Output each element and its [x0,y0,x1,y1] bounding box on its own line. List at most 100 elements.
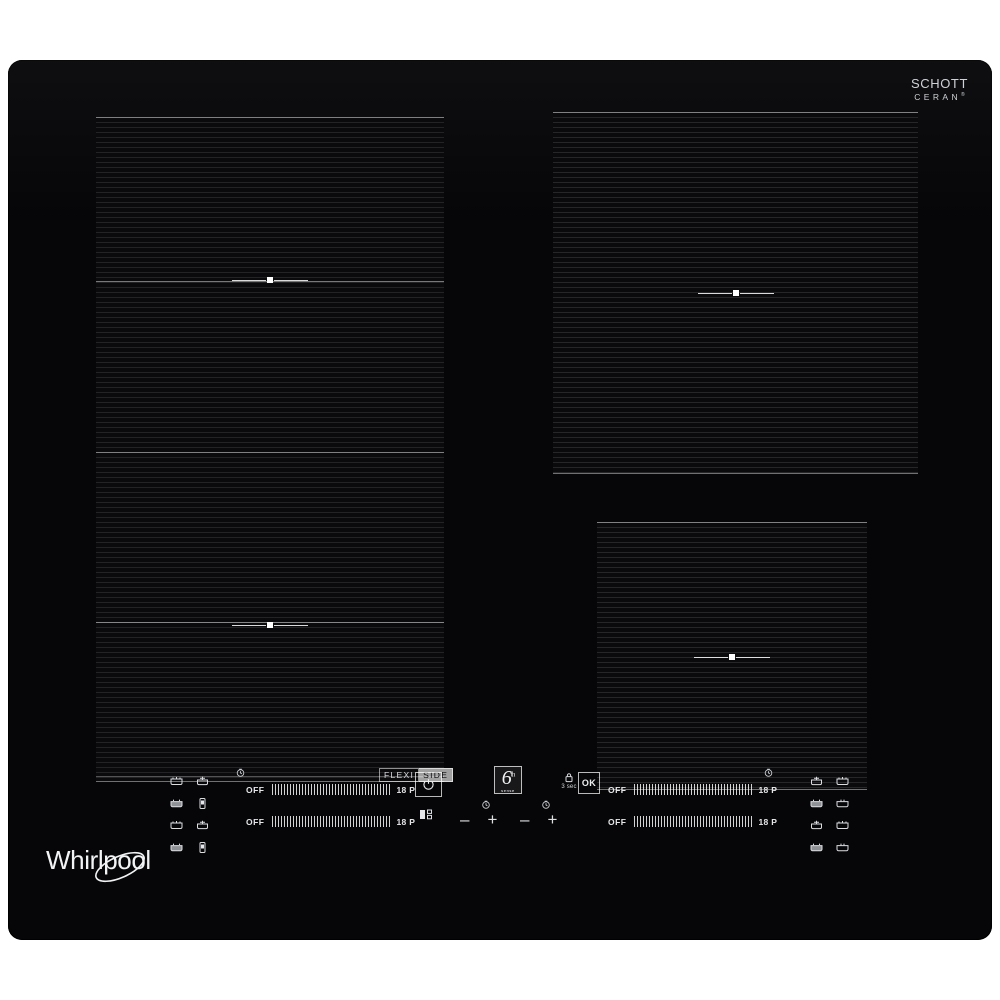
slider-left-front[interactable]: OFF 18 P [246,816,415,827]
right-function-icon-grid[interactable] [803,770,855,858]
slider-right-front[interactable]: OFF 18 P [608,816,777,827]
icon-cell-simmer-pan-r2[interactable] [803,814,829,836]
clock-icon [764,768,773,777]
slider-max-label[interactable]: 18 P [759,817,778,827]
icon-cell-keep-warm-pan-r2[interactable] [829,836,855,858]
icon-cell-keep-warm-pan-2[interactable] [163,836,189,858]
slider-off-label[interactable]: OFF [608,817,627,827]
zone-center-marker-right-front [694,654,770,660]
boil-pot-icon [199,842,205,853]
flexi-divider-upper [96,281,444,282]
icon-cell-keep-warm-pan-r[interactable] [829,792,855,814]
icon-cell-boil-pot-r[interactable] [803,792,829,814]
zone-edge-top [553,112,918,113]
marker-square [729,654,735,660]
slider-off-label[interactable]: OFF [246,817,265,827]
marker-bar-right [274,624,308,626]
slider-right-rear[interactable]: OFF 18 P [608,784,777,795]
cooking-zone-left-flexi-upper[interactable] [96,117,444,469]
icon-cell-simmer-pan-2[interactable] [189,814,215,836]
clock-icon-wrap [542,800,551,809]
lock-icon [565,773,573,783]
sixth-sense-caption: sense [501,787,515,793]
melting-pan-icon [836,820,848,829]
cooking-zone-right-rear[interactable] [553,112,918,474]
melting-pan-icon [170,776,182,785]
sixth-sense-button[interactable]: 6th sense [494,766,522,794]
icon-cell-melting-pan-2[interactable] [163,814,189,836]
simmer-pan-icon [810,776,822,785]
melting-pan-icon [170,820,182,829]
zone-center-marker-left-upper [232,277,308,283]
timer-plus-button[interactable]: + [487,811,497,828]
cooking-zone-left-flexi-lower[interactable] [96,452,444,782]
flexi-divider-lower [96,622,444,623]
timer-control-right[interactable]: – + [520,800,572,830]
marker-bar-right [739,292,774,294]
icon-cell-melting-pan-r2[interactable] [829,814,855,836]
boil-pot-icon [199,798,205,809]
power-button[interactable] [415,772,442,797]
timer-buttons-row: – + [460,811,497,828]
simmer-pan-icon [196,776,208,785]
icon-cell-simmer-pan-r[interactable] [803,770,829,792]
keep-warm-pan-icon [170,799,182,807]
marker-square [732,290,739,296]
marker-bar-right [736,656,770,658]
marker-bar-left [697,292,732,294]
whirlpool-logo: Whirlpool [46,847,151,883]
icon-cell-boil-pot-r2[interactable] [803,836,829,858]
timer-buttons-row: – + [520,811,557,828]
zone-center-marker-right-rear [697,290,774,296]
ok-button[interactable]: OK [578,772,600,794]
icon-cell-keep-warm-pan[interactable] [163,792,189,814]
touch-control-panel: Whirlpool OFF 18 P OFF 18 P – + – + 6th … [8,750,992,940]
slider-max-label[interactable]: 18 P [759,785,778,795]
slider-track[interactable] [633,784,752,795]
slider-track[interactable] [271,816,390,827]
icon-cell-boil-pot-2[interactable] [189,836,215,858]
timer-plus-button[interactable]: + [547,811,557,828]
marker-bar-left [694,656,728,658]
slider-track[interactable] [271,784,390,795]
boil-pot-icon [810,843,822,851]
icon-cell-melting-pan[interactable] [163,770,189,792]
melting-pan-icon [836,776,848,785]
schott-ceran-logo: SCHOTT CERAN® [911,77,968,102]
timer-minus-button[interactable]: – [460,811,469,828]
slider-off-label[interactable]: OFF [246,785,265,795]
slider-left-rear[interactable]: OFF 18 P [246,784,415,795]
keep-warm-pan-icon [836,843,848,851]
keep-warm-pan-icon [170,843,182,851]
cooking-function-button[interactable] [419,808,436,821]
schott-logo-line2: CERAN® [914,92,965,102]
icon-cell-boil-pot[interactable] [189,792,215,814]
keep-warm-pan-icon [836,799,848,807]
zone-edge-top [96,117,444,118]
slider-max-label[interactable]: 18 P [397,817,416,827]
icon-cell-melting-pan-r[interactable] [829,770,855,792]
timer-minus-button[interactable]: – [520,811,529,828]
icon-cell-simmer-pan[interactable] [189,770,215,792]
zone-edge-top [96,452,444,453]
clock-icon-wrap [482,800,491,809]
whirlpool-swoosh-icon [95,851,145,883]
marker-square [267,277,273,283]
marker-bar-left [232,624,266,626]
simmer-pan-icon [196,820,208,829]
schott-logo-line1: SCHOTT [910,76,968,91]
boil-pot-icon [810,799,822,807]
simmer-pan-icon [810,820,822,829]
sixth-sense-digit: 6th [501,766,516,789]
timer-control-left[interactable]: – + [460,800,512,830]
left-function-icon-grid[interactable] [163,770,215,858]
zone-edge-bottom [553,473,918,474]
slider-track[interactable] [633,816,752,827]
clock-icon [482,800,490,809]
hob-product-image: SCHOTT CERAN® FLEXI SIDE Whirlpool OFF 1… [0,0,1000,1000]
slider-off-label[interactable]: OFF [608,785,627,795]
slider-max-label[interactable]: 18 P [397,785,416,795]
cooking-function-icon [420,809,432,820]
induction-hob-glass-panel: SCHOTT CERAN® FLEXI SIDE Whirlpool OFF 1… [8,60,992,940]
sixth-sense-logo: 6th sense [501,768,515,793]
